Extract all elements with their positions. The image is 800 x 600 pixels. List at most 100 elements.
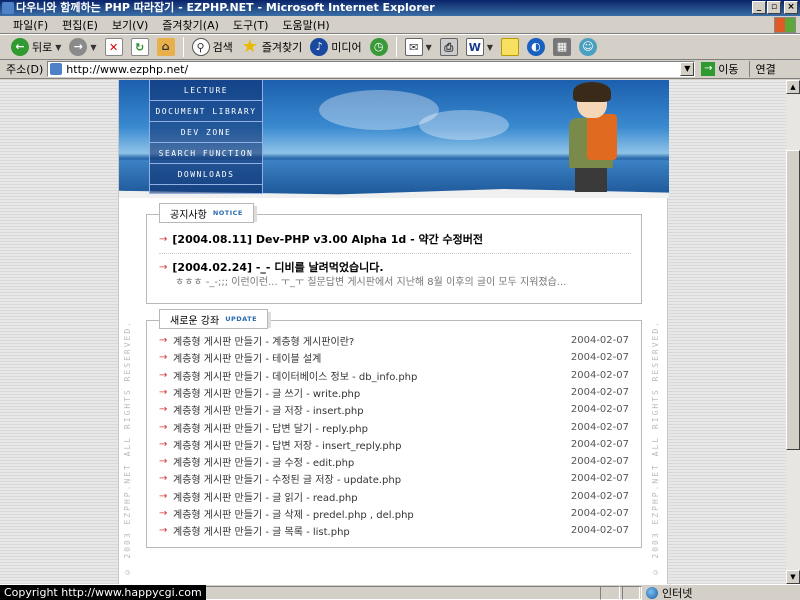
update-title[interactable]: 계층형 게시판 만들기 - 글 쓰기 - write.php (173, 385, 569, 400)
edit-button[interactable]: W ▼ (463, 36, 496, 58)
chevron-down-icon[interactable]: ▼ (487, 43, 493, 52)
nav-document-library[interactable]: DOCUMENT LIBRARY (150, 101, 262, 122)
back-button[interactable]: ← 뒤로 ▼ (8, 36, 64, 58)
update-title[interactable]: 계층형 게시판 만들기 - 테이블 설계 (173, 350, 569, 365)
messenger-button[interactable]: ◐ (524, 36, 548, 58)
menu-favorites[interactable]: 즐겨찾기(A) (155, 17, 226, 33)
close-button[interactable]: × (784, 1, 798, 14)
nav-lecture[interactable]: LECTURE (150, 80, 262, 101)
update-title[interactable]: 계층형 게시판 만들기 - 글 삭제 - predel.php , del.ph… (173, 506, 569, 521)
update-row[interactable]: → 계층형 게시판 만들기 - 글 삭제 - predel.php , del.p… (159, 505, 629, 522)
menu-help[interactable]: 도움말(H) (275, 17, 336, 33)
scroll-thumb[interactable] (786, 150, 800, 450)
update-row[interactable]: → 계층형 게시판 만들기 - 계층형 게시판이란? 2004-02-07 (159, 332, 629, 349)
forward-button[interactable]: → ▼ (66, 36, 99, 58)
update-row[interactable]: → 계층형 게시판 만들기 - 데이터베이스 정보 - db_info.php 20… (159, 367, 629, 384)
forward-arrow-icon: → (69, 38, 88, 56)
address-label: 주소(D) (6, 63, 44, 76)
status-text-area (200, 586, 640, 600)
notice-title[interactable]: [2004.08.11] Dev-PHP v3.00 Alpha 1d - 약간… (172, 231, 483, 247)
address-bar: 주소(D) http://www.ezphp.net/ ▼ → 이동 연결 (0, 60, 800, 79)
arrow-right-icon: → (159, 438, 168, 450)
side-copyright-left: © 2003 EZPHP.NET ALL RIGHTS RESERVED. (123, 320, 132, 577)
menu-tools[interactable]: 도구(T) (226, 17, 276, 33)
links-button[interactable]: 연결 (748, 61, 776, 77)
people-button[interactable]: ☺ (576, 36, 600, 58)
favorites-label: 즐겨찾기 (261, 41, 303, 54)
favorites-button[interactable]: ★ 즐겨찾기 (238, 36, 305, 58)
printer-icon: ⎙ (439, 38, 458, 56)
update-title[interactable]: 계층형 게시판 만들기 - 계층형 게시판이란? (173, 333, 569, 348)
update-title[interactable]: 계층형 게시판 만들기 - 글 목록 - list.php (173, 523, 569, 538)
zone-label: 인터넷 (662, 587, 693, 600)
page-viewport: LECTURE DOCUMENT LIBRARY DEV ZONE SEARCH… (0, 80, 786, 584)
stop-button[interactable]: ✕ (102, 36, 126, 58)
update-title[interactable]: 계층형 게시판 만들기 - 데이터베이스 정보 - db_info.php (173, 368, 569, 383)
update-title[interactable]: 계층형 게시판 만들기 - 답변 저장 - insert_reply.php (173, 437, 569, 452)
notice-item[interactable]: → [2004.08.11] Dev-PHP v3.00 Alpha 1d - … (159, 231, 483, 247)
maximize-button[interactable]: ▫ (767, 1, 781, 14)
chevron-down-icon[interactable]: ▼ (680, 62, 695, 76)
update-date: 2004-02-07 (570, 456, 629, 468)
update-box: → 계층형 게시판 만들기 - 계층형 게시판이란? 2004-02-07 → 계층형 … (146, 320, 642, 548)
address-input[interactable]: http://www.ezphp.net/ ▼ (47, 61, 696, 77)
calculator-button[interactable]: ▦ (550, 36, 574, 58)
notice-header: 공지사항 NOTICE (159, 203, 257, 223)
side-copyright-right: © 2003 EZPHP.NET ALL RIGHTS RESERVED. (651, 320, 660, 577)
update-row[interactable]: → 계층형 게시판 만들기 - 글 쓰기 - write.php 2004-02-0… (159, 384, 629, 401)
menu-edit[interactable]: 편집(E) (55, 17, 105, 33)
home-icon: ⌂ (156, 38, 175, 56)
update-header-label: 새로운 강좌 (170, 315, 220, 327)
refresh-button[interactable]: ↻ (128, 36, 152, 58)
arrow-right-icon: → (159, 352, 168, 364)
update-title[interactable]: 계층형 게시판 만들기 - 글 수정 - edit.php (173, 454, 569, 469)
nav-search-function[interactable]: SEARCH FUNCTION (150, 143, 262, 164)
page-icon (50, 63, 63, 75)
search-icon: ⚲ (191, 38, 210, 56)
menu-view[interactable]: 보기(V) (105, 17, 155, 33)
character-scarf (587, 114, 617, 160)
minimize-button[interactable]: _ (752, 1, 766, 14)
arrow-right-icon: → (159, 233, 168, 245)
home-button[interactable]: ⌂ (154, 36, 178, 58)
arrow-right-icon: → (159, 386, 168, 398)
mail-button[interactable]: ✉ ▼ (402, 36, 435, 58)
update-title[interactable]: 계층형 게시판 만들기 - 글 읽기 - read.php (173, 489, 569, 504)
update-row[interactable]: → 계층형 게시판 만들기 - 수정된 글 저장 - update.php 2004… (159, 470, 629, 487)
address-url[interactable]: http://www.ezphp.net/ (66, 63, 188, 76)
history-button[interactable]: ◷ (367, 36, 391, 58)
scroll-down-button[interactable]: ▼ (786, 570, 800, 584)
nav-downloads[interactable]: DOWNLOADS (150, 164, 262, 185)
search-button[interactable]: ⚲ 검색 (189, 36, 236, 58)
scroll-up-button[interactable]: ▲ (786, 80, 800, 94)
globe-icon (646, 587, 658, 599)
nav-dev-zone[interactable]: DEV ZONE (150, 122, 262, 143)
go-label: 이동 (718, 63, 739, 76)
update-row[interactable]: → 계층형 게시판 만들기 - 글 수정 - edit.php 2004-02-07 (159, 453, 629, 470)
update-row[interactable]: → 계층형 게시판 만들기 - 답변 달기 - reply.php 2004-02-… (159, 419, 629, 436)
notes-button[interactable] (498, 36, 522, 58)
update-row[interactable]: → 계층형 게시판 만들기 - 답변 저장 - insert_reply.php 2… (159, 436, 629, 453)
update-title[interactable]: 계층형 게시판 만들기 - 답변 달기 - reply.php (173, 420, 569, 435)
window-controls: _ ▫ × (752, 1, 798, 14)
mail-icon: ✉ (404, 38, 423, 56)
update-row[interactable]: → 계층형 게시판 만들기 - 테이블 설계 2004-02-07 (159, 349, 629, 366)
vertical-scrollbar[interactable]: ▲ ▼ (786, 80, 800, 584)
chevron-down-icon[interactable]: ▼ (426, 43, 432, 52)
update-title[interactable]: 계층형 게시판 만들기 - 글 저장 - insert.php (173, 402, 569, 417)
update-date: 2004-02-07 (570, 352, 629, 364)
update-title[interactable]: 계층형 게시판 만들기 - 수정된 글 저장 - update.php (173, 471, 569, 486)
update-row[interactable]: → 계층형 게시판 만들기 - 글 저장 - insert.php 2004-02-… (159, 401, 629, 418)
chevron-down-icon[interactable]: ▼ (55, 43, 61, 52)
site-container: LECTURE DOCUMENT LIBRARY DEV ZONE SEARCH… (118, 80, 669, 584)
update-row[interactable]: → 계층형 게시판 만들기 - 글 목록 - list.php 2004-02-07 (159, 522, 629, 539)
go-button[interactable]: → 이동 (701, 61, 739, 77)
window-title: 다우니와 함께하는 PHP 따라잡기 - EZPHP.NET - Microso… (16, 1, 435, 14)
menu-file[interactable]: 파일(F) (6, 17, 55, 33)
print-button[interactable]: ⎙ (437, 36, 461, 58)
update-row[interactable]: → 계층형 게시판 만들기 - 글 읽기 - read.php 2004-02-07 (159, 488, 629, 505)
refresh-icon: ↻ (130, 38, 149, 56)
media-button[interactable]: ♪ 미디어 (307, 36, 364, 58)
update-date: 2004-02-07 (570, 525, 629, 537)
chevron-down-icon[interactable]: ▼ (90, 43, 96, 52)
